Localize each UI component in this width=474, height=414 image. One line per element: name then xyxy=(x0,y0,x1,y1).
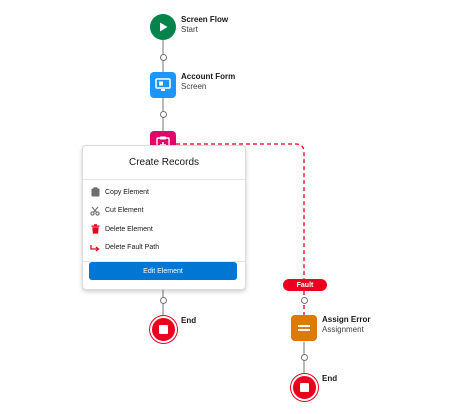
create-records-menu: Create Records Copy Element Cut Element … xyxy=(82,145,246,290)
connector-dot[interactable] xyxy=(301,297,308,304)
play-icon xyxy=(160,22,168,32)
assign-error-subtitle: Assignment xyxy=(322,325,364,334)
account-form-node[interactable] xyxy=(150,72,176,98)
end-main-title: End xyxy=(181,316,197,325)
screen-icon xyxy=(155,78,171,91)
menu-item-label: Copy Element xyxy=(105,188,149,196)
account-form-subtitle: Screen xyxy=(181,82,207,91)
menu-item-delete-fault-path[interactable]: Delete Fault Path xyxy=(83,239,245,258)
assign-error-node[interactable] xyxy=(291,315,317,341)
start-node-label: Screen Flow Start xyxy=(181,15,228,35)
menu-item-cut[interactable]: Cut Element xyxy=(83,202,245,221)
end-fault-title: End xyxy=(322,374,338,383)
menu-item-copy[interactable]: Copy Element xyxy=(83,183,245,202)
menu-item-label: Cut Element xyxy=(105,207,144,215)
end-fault-label: End xyxy=(322,374,337,384)
clipboard-icon xyxy=(90,187,100,197)
start-title: Screen Flow xyxy=(181,15,229,24)
flow-canvas: Screen Flow Start Account Form Screen Cr… xyxy=(0,0,474,414)
trash-icon xyxy=(90,224,100,234)
menu-item-label: Delete Fault Path xyxy=(105,244,160,252)
account-form-title: Account Form xyxy=(181,72,236,81)
fault-path-icon xyxy=(90,243,100,253)
assignment-icon xyxy=(298,325,310,331)
menu-item-delete[interactable]: Delete Element xyxy=(83,220,245,239)
assign-error-title: Assign Error xyxy=(322,315,371,324)
stop-icon xyxy=(300,383,309,392)
menu-title: Create Records xyxy=(83,146,245,180)
start-node[interactable] xyxy=(150,14,176,40)
start-subtitle: Start xyxy=(181,25,198,34)
connector-dot[interactable] xyxy=(160,297,167,304)
fault-badge[interactable]: Fault xyxy=(283,279,327,291)
menu-item-label: Delete Element xyxy=(105,225,153,233)
end-main-label: End xyxy=(181,316,196,326)
assign-error-label: Assign Error Assignment xyxy=(322,315,370,335)
edit-element-button[interactable]: Edit Element xyxy=(89,262,237,280)
stop-icon xyxy=(159,325,168,334)
connector-dot[interactable] xyxy=(160,54,167,61)
scissors-icon xyxy=(90,206,100,216)
account-form-label: Account Form Screen xyxy=(181,72,235,92)
connector-dot[interactable] xyxy=(160,111,167,118)
connector-dot[interactable] xyxy=(301,354,308,361)
end-node-fault[interactable] xyxy=(291,374,318,401)
end-node-main[interactable] xyxy=(150,316,177,343)
